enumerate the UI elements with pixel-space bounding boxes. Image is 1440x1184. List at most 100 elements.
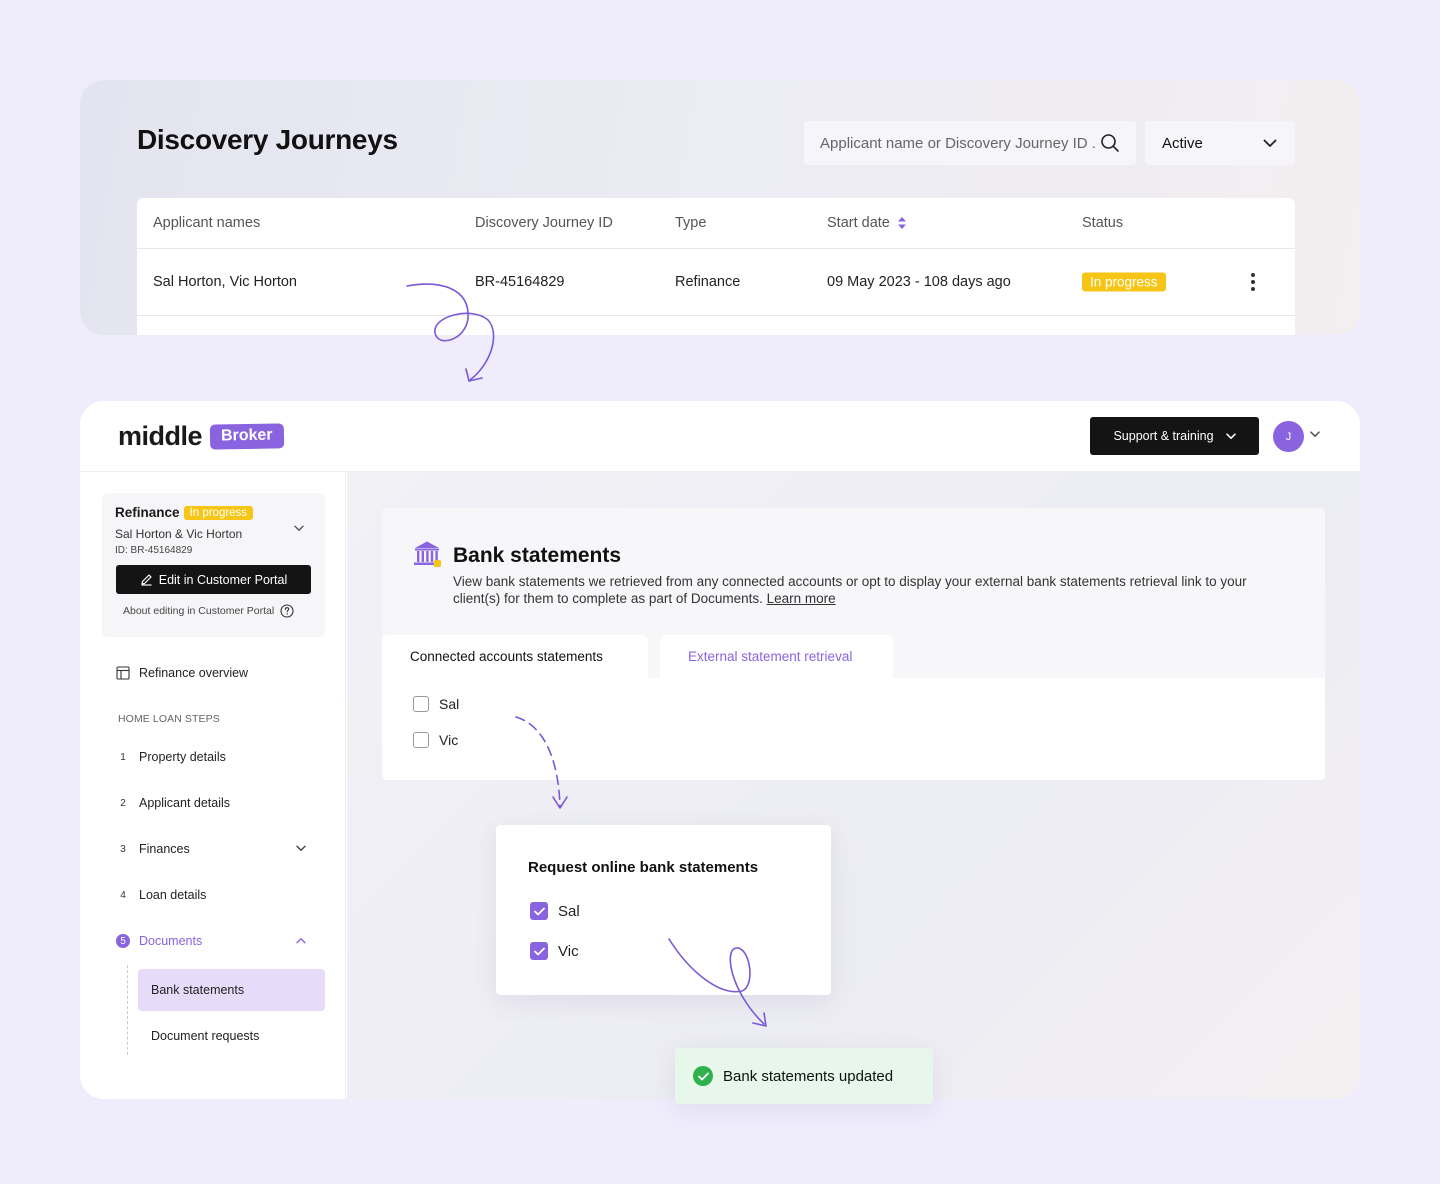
step-number: 1 bbox=[120, 751, 126, 763]
applicant-names-cell: Sal Horton, Vic Horton bbox=[153, 274, 297, 290]
request-bank-statements-card: Request online bank statements Sal Vic bbox=[496, 825, 831, 995]
checkbox-checked[interactable] bbox=[530, 902, 548, 920]
chevron-down-icon[interactable] bbox=[296, 845, 306, 852]
request-checkbox-vic[interactable]: Vic bbox=[530, 942, 579, 960]
status-filter-select[interactable]: Active bbox=[1145, 121, 1295, 165]
sub-nav-divider bbox=[127, 965, 128, 1055]
checkbox-checked[interactable] bbox=[530, 942, 548, 960]
sidebar-item-label: Refinance overview bbox=[139, 666, 249, 680]
layout-icon bbox=[116, 666, 130, 680]
more-vertical-icon bbox=[1245, 271, 1261, 293]
help-circle-icon bbox=[280, 604, 294, 618]
sort-icon[interactable] bbox=[897, 216, 907, 230]
section-description: View bank statements we retrieved from a… bbox=[453, 573, 1293, 607]
sidebar-subitem-document-requests[interactable]: Document requests bbox=[138, 1015, 325, 1057]
request-title: Request online bank statements bbox=[528, 859, 759, 876]
journey-title: Refinance In progress bbox=[115, 505, 254, 520]
pencil-icon bbox=[141, 574, 152, 586]
column-header-type[interactable]: Type bbox=[675, 215, 706, 231]
sidebar-item-label: Documents bbox=[139, 934, 203, 948]
about-editing-link[interactable]: About editing in Customer Portal bbox=[123, 604, 294, 618]
check-circle-icon bbox=[693, 1066, 713, 1086]
status-badge: In progress bbox=[183, 505, 254, 520]
checkbox[interactable] bbox=[413, 732, 429, 748]
chevron-down-icon bbox=[1225, 432, 1236, 439]
checkmark-icon bbox=[533, 907, 545, 915]
edit-button-label: Edit in Customer Portal bbox=[158, 572, 288, 587]
type-cell: Refinance bbox=[675, 274, 741, 290]
applicant-checkbox-vic[interactable]: Vic bbox=[413, 732, 458, 748]
logo-wordmark: middle bbox=[118, 421, 203, 451]
table-header: Applicant names Discovery Journey ID Typ… bbox=[137, 198, 1295, 249]
description-text: View bank statements we retrieved from a… bbox=[453, 574, 1247, 606]
main-content: Bank statements View bank statements we … bbox=[347, 472, 1360, 1099]
journey-id: ID: BR-45164829 bbox=[115, 545, 193, 556]
column-header-journey-id[interactable]: Discovery Journey ID bbox=[475, 215, 613, 231]
column-header-status[interactable]: Status bbox=[1082, 215, 1123, 231]
toast-message: Bank statements updated bbox=[723, 1067, 894, 1085]
sidebar-item-label: Finances bbox=[139, 842, 190, 856]
sidebar-item-loan-details[interactable]: 4 Loan details bbox=[116, 888, 206, 902]
column-header-start-date[interactable]: Start date bbox=[827, 215, 907, 231]
checkmark-icon bbox=[533, 947, 545, 955]
step-number: 4 bbox=[120, 889, 126, 901]
success-toast: Bank statements updated bbox=[675, 1048, 933, 1104]
chevron-down-icon bbox=[1263, 139, 1277, 147]
sidebar: Refinance In progress Sal Horton & Vic H… bbox=[80, 472, 346, 1099]
journeys-table: Applicant names Discovery Journey ID Typ… bbox=[137, 198, 1295, 335]
status-filter-value: Active bbox=[1162, 134, 1203, 152]
bank-icon bbox=[414, 541, 441, 567]
support-training-button[interactable]: Support & training bbox=[1090, 417, 1259, 455]
sidebar-subitem-bank-statements[interactable]: Bank statements bbox=[138, 969, 325, 1011]
step-number: 3 bbox=[120, 843, 126, 855]
home-loan-steps-heading: HOME LOAN STEPS bbox=[118, 713, 220, 725]
middle-broker-logo[interactable]: middle Broker bbox=[118, 421, 284, 452]
bank-statements-card: Bank statements View bank statements we … bbox=[382, 508, 1325, 780]
account-menu-chevron-icon[interactable] bbox=[1310, 431, 1320, 438]
checkbox-label: Vic bbox=[558, 942, 579, 960]
checkbox-label: Sal bbox=[439, 696, 460, 712]
start-date-cell: 09 May 2023 - 108 days ago bbox=[827, 274, 1011, 290]
logo-badge: Broker bbox=[209, 423, 284, 450]
status-cell: In progress bbox=[1082, 272, 1166, 292]
request-checkbox-sal[interactable]: Sal bbox=[530, 902, 580, 920]
sidebar-item-label: Property details bbox=[139, 750, 226, 764]
journey-applicant-names: Sal Horton & Vic Horton bbox=[115, 527, 243, 541]
journey-summary-card: Refinance In progress Sal Horton & Vic H… bbox=[102, 493, 325, 637]
row-actions-button[interactable] bbox=[1245, 271, 1261, 293]
checkbox[interactable] bbox=[413, 696, 429, 712]
discovery-journeys-panel: Discovery Journeys Applicant name or Dis… bbox=[80, 80, 1360, 335]
checkbox-label: Sal bbox=[558, 902, 580, 920]
journey-type: Refinance bbox=[115, 505, 180, 520]
tab-connected-accounts[interactable]: Connected accounts statements bbox=[382, 635, 648, 678]
search-icon[interactable] bbox=[1100, 133, 1120, 153]
applicant-checkbox-sal[interactable]: Sal bbox=[413, 696, 459, 712]
sidebar-item-applicant-details[interactable]: 2 Applicant details bbox=[116, 796, 230, 810]
journey-id-cell: BR-45164829 bbox=[475, 274, 565, 290]
start-date-header-label: Start date bbox=[827, 215, 890, 231]
section-title: Bank statements bbox=[453, 544, 622, 567]
sidebar-item-label: Loan details bbox=[139, 888, 207, 902]
step-number: 2 bbox=[120, 797, 126, 809]
chevron-down-icon[interactable] bbox=[294, 525, 304, 532]
column-header-applicants[interactable]: Applicant names bbox=[153, 215, 260, 231]
page-title: Discovery Journeys bbox=[137, 124, 398, 155]
sidebar-item-documents[interactable]: 5 Documents bbox=[116, 934, 202, 948]
edit-in-customer-portal-button[interactable]: Edit in Customer Portal bbox=[116, 565, 311, 594]
search-placeholder: Applicant name or Discovery Journey ID .… bbox=[820, 134, 1096, 152]
sidebar-item-finances[interactable]: 3 Finances bbox=[116, 842, 190, 856]
checkbox-label: Vic bbox=[439, 732, 459, 748]
about-editing-label: About editing in Customer Portal bbox=[123, 605, 275, 617]
sidebar-item-refinance-overview[interactable]: Refinance overview bbox=[116, 666, 248, 680]
support-training-label: Support & training bbox=[1113, 429, 1214, 443]
table-row[interactable]: Sal Horton, Vic Horton BR-45164829 Refin… bbox=[137, 249, 1295, 316]
learn-more-link[interactable]: Learn more bbox=[767, 591, 836, 606]
tab-external-retrieval[interactable]: External statement retrieval bbox=[660, 635, 893, 678]
tab-panel: Sal Vic bbox=[382, 678, 1325, 780]
app-header: middle Broker Support & training J bbox=[80, 401, 1360, 472]
chevron-up-icon[interactable] bbox=[296, 937, 306, 944]
search-input[interactable]: Applicant name or Discovery Journey ID .… bbox=[804, 121, 1136, 165]
sidebar-item-label: Applicant details bbox=[139, 796, 231, 810]
sidebar-item-property-details[interactable]: 1 Property details bbox=[116, 750, 226, 764]
user-avatar[interactable]: J bbox=[1273, 421, 1304, 452]
